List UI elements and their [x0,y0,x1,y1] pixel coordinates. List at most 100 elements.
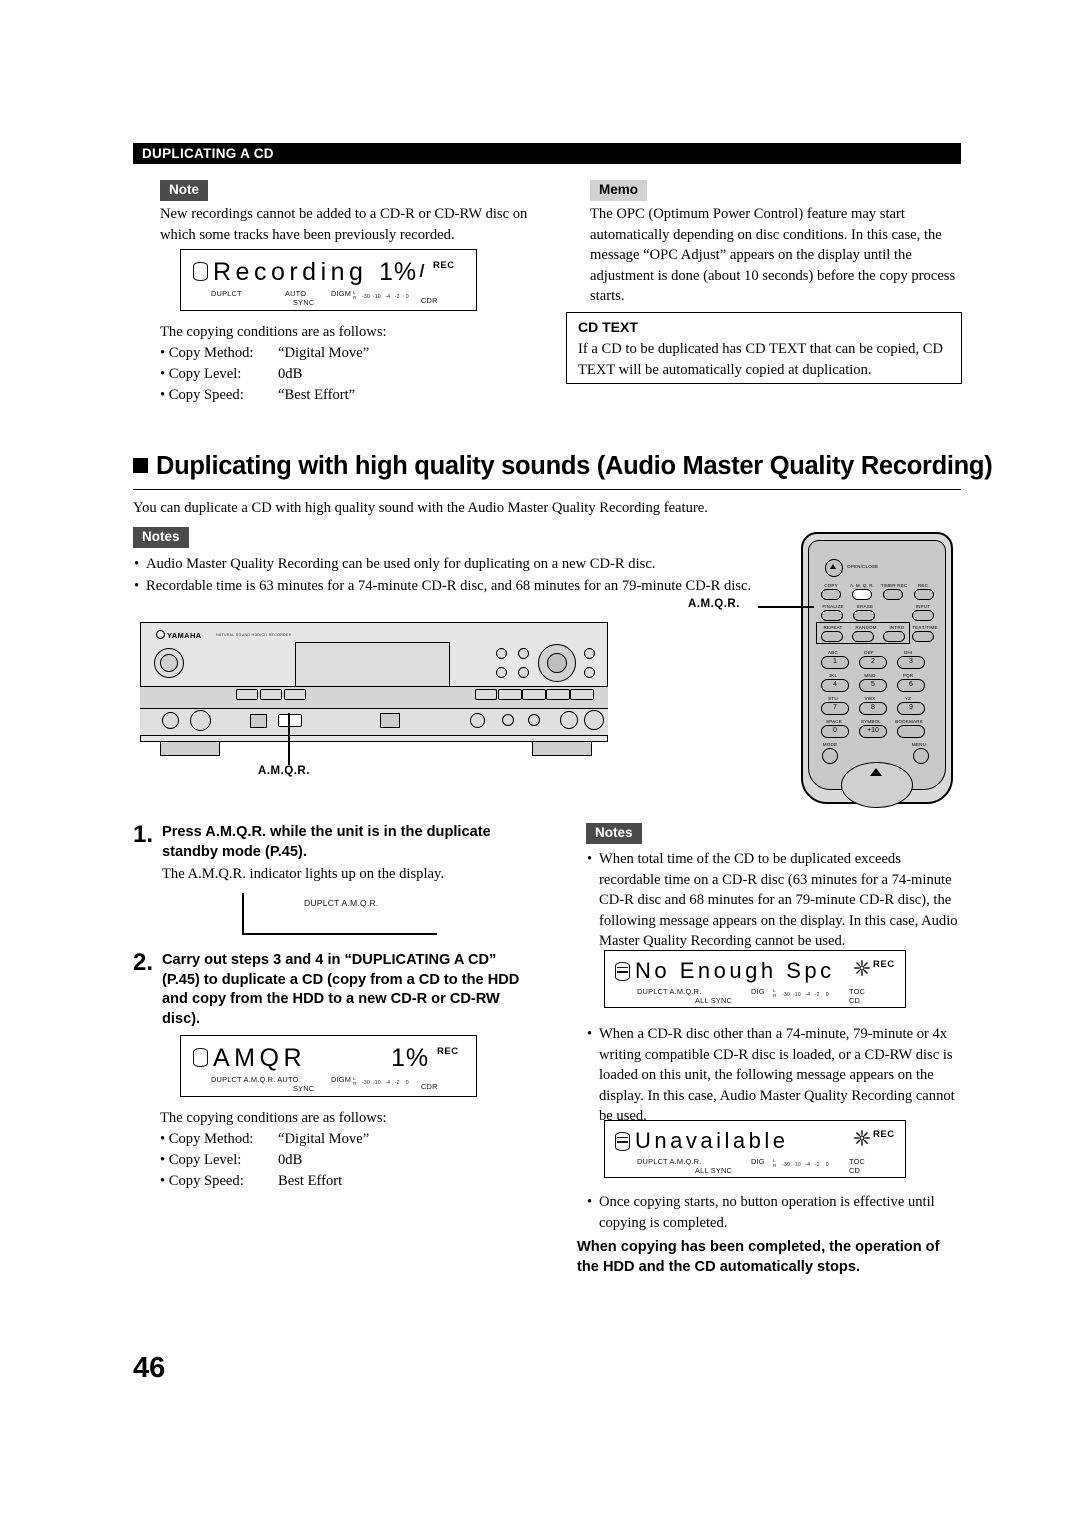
remote-label-symbol: SYMBOL [860,719,882,724]
remote-label-def: DEF [864,650,874,655]
display-no-enough-message: No Enough Spc [635,958,835,983]
hdd-disc-icon [193,1048,208,1067]
remote-callout-leader [758,606,814,608]
remote-key-7-digit: 7 [833,704,837,711]
remote-callout-label: A.M.Q.R. [688,598,740,610]
unit-callout-leader [288,713,290,765]
unit-bookmark-button [518,667,529,678]
unit-phones-jack [162,712,179,729]
cdtext-title: CD TEXT [578,319,638,335]
memo-tag-label: Memo [590,180,648,201]
display-recording-percent: 1% [379,258,418,286]
yamaha-tuningfork-icon [156,630,165,639]
remote-key-1-digit: 1 [833,658,837,665]
open-close-label: OPEN/CLOSE [847,564,879,569]
display-amqr-rec-label: REC [437,1046,459,1057]
display-unavailable-message: Unavailable [635,1128,789,1153]
display-unavailable-indicators: DUPLCT A.M.Q.R. [637,1157,702,1166]
display-standby-text: DUPLCT A.M.Q.R. [304,898,379,908]
unit-power-knob-inner [160,654,178,672]
display-unavailable-toc: TOC [849,1157,866,1166]
note-tag-label: Note [160,180,208,201]
conditions-intro-1: The copying conditions are as follows: [160,324,387,340]
note-item: Audio Master Quality Recording can be us… [133,554,773,575]
remote-key-5-digit: 5 [871,681,875,688]
display-amqr-recording: AMQR 1% REC DUPLCT A.M.Q.R. AUTO SYNC DI… [180,1035,477,1097]
remote-label-menu: MENU [911,742,927,747]
display-unavailable-scale: -30 -10 -4 -2 0 [782,1162,829,1168]
step-1-text: Press A.M.Q.R. while the unit is in the … [162,824,491,860]
condition-value: 0dB [278,366,303,382]
recorder-front-panel-illustration: YAMAHA NATURAL SOUND HDD/CD RECORDER [140,622,608,756]
unit-analog-rec-level-knob [584,710,604,730]
condition-label: • Copy Level: [160,1152,242,1168]
page-title: Duplicating with high quality sounds (Au… [133,452,993,481]
unit-pause-button [502,714,514,726]
bullet-square-icon [133,458,148,473]
rec-blink-star-icon [854,960,870,976]
notes-tag-bottom-label: Notes [586,823,642,844]
display-amqr-percent: 1% [391,1044,430,1072]
display-amqr-indicators: DUPLCT A.M.Q.R. AUTO [211,1075,299,1084]
conditions-row: • Copy Level: 0dB [160,1150,369,1171]
remote-key-bookmark [897,725,925,738]
condition-value: “Best Effort” [278,387,356,403]
step-2-number: 2. [133,949,154,976]
remote-label-copy: COPY [824,583,838,588]
unit-jog-dial-inner [547,653,567,673]
display-amqr-level-scale: -30 -10 -4 -2 0 [362,1080,409,1086]
indicator-r: R [773,993,777,998]
cd-disc-icon [615,962,630,981]
conditions-row: • Copy Level: 0dB [160,364,369,385]
remote-button-amqr [852,589,872,600]
rec-blink-star-icon [854,1130,870,1146]
remote-button-timer-rec [883,589,903,600]
notes-list-bottom-3: Once copying starts, no button operation… [586,1192,966,1234]
unit-button-eject [475,689,497,700]
display-no-enough-toc: TOC [849,987,866,996]
remote-label-mno: MNO [864,673,876,678]
remote-button-menu [913,748,929,764]
unit-button-finalize [284,689,306,700]
unit-cd-logo-icon [250,714,267,728]
unit-level-knob [190,710,211,731]
unit-callout-label: A.M.Q.R. [258,765,310,777]
remote-key-plus10-digit: +10 [867,727,879,734]
remote-control-illustration: OPEN/CLOSE COPY A. M. Q. R. TIMER REC RE… [801,532,953,808]
remote-label-input: INPUT [915,604,931,609]
unit-foot-right [532,742,592,756]
remote-label-text-time: TEXT/TIME [912,625,938,630]
remote-key-2-digit: 2 [871,658,875,665]
unit-button-open [236,689,258,700]
cd-disc-icon [615,1132,630,1151]
conditions-row: • Copy Speed: Best Effort [160,1171,369,1192]
condition-value: Best Effort [278,1173,343,1189]
indicator-r: R [353,1081,357,1086]
unit-brand-logo: YAMAHA [156,630,202,640]
conditions-row: • Copy Speed: “Best Effort” [160,385,369,406]
note-item: Recordable time is 63 minutes for a 74-m… [133,576,773,597]
step-2-text: Carry out steps 3 and 4 in “DUPLICATING … [162,952,520,1027]
remote-label-stu: STU [828,696,838,701]
remote-button-input [912,610,934,621]
remote-button-rec [914,589,934,600]
unit-rec-button [470,713,485,728]
notes-list-bottom-1: When total time of the CD to be duplicat… [586,849,966,953]
remote-button-random [852,631,874,642]
display-no-enough-cd: CD [849,996,861,1005]
notes-tag-bottom: Notes [586,823,642,844]
remote-button-text-time [912,631,934,642]
memo-tag: Memo [590,180,648,201]
remote-label-yz: YZ [904,696,912,701]
unit-amqr-button [278,714,302,727]
display-recording: Recording 1% REC DUPLCT AUTO SYNC DIGM L… [180,249,477,311]
remote-label-space: SPACE [826,719,842,724]
remote-key-9-digit: 9 [909,704,913,711]
remote-label-ghi: GHI [903,650,913,655]
unit-mode-button [518,648,529,659]
conditions-intro-2: The copying conditions are as follows: [160,1110,387,1126]
unit-button-skip-fwd [522,689,546,700]
unit-model-label: NATURAL SOUND HDD/CD RECORDER [216,633,292,637]
display-unavailable: Unavailable REC DUPLCT A.M.Q.R. ALL SYNC… [604,1120,906,1178]
conditions-table-2: • Copy Method: “Digital Move” • Copy Lev… [160,1129,369,1192]
